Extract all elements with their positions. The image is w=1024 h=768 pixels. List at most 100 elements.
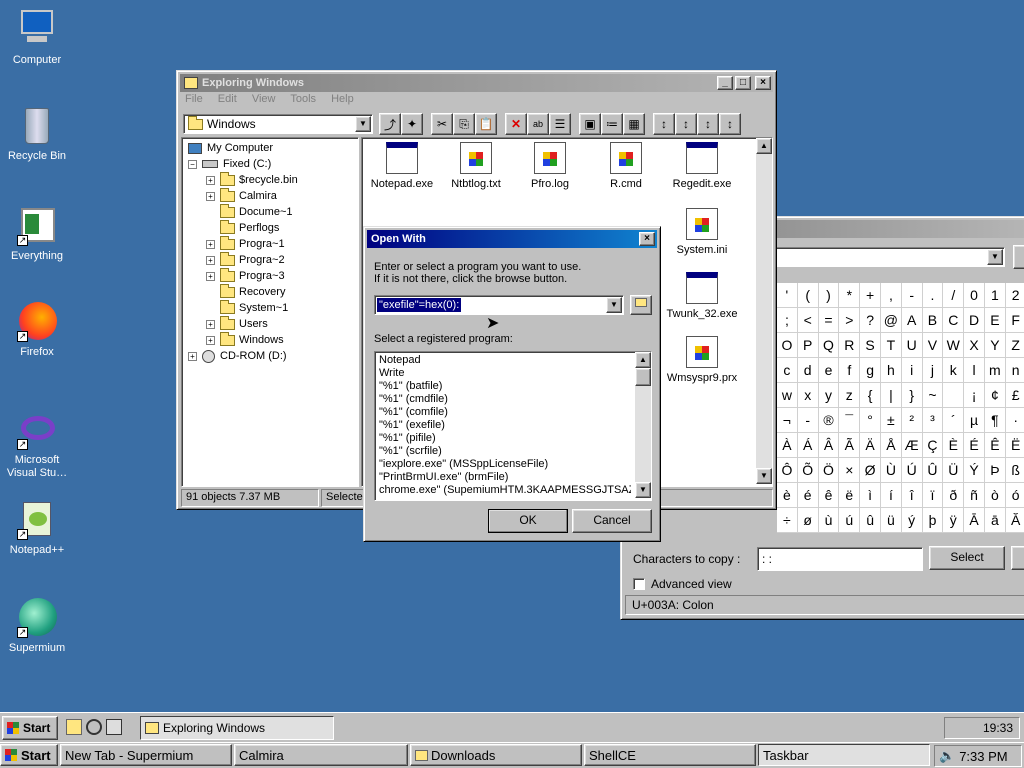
- address-dropdown-button[interactable]: ▼: [355, 116, 371, 132]
- char-cell[interactable]: }: [901, 383, 923, 408]
- task-calmira[interactable]: Calmira: [234, 744, 408, 766]
- sort-size-icon[interactable]: ↕: [697, 113, 719, 135]
- char-cell[interactable]: Ë: [1005, 433, 1024, 458]
- char-cell[interactable]: 1: [984, 283, 1006, 308]
- char-cell[interactable]: è: [777, 483, 798, 508]
- char-cell[interactable]: þ: [922, 508, 944, 533]
- char-cell[interactable]: |: [880, 383, 902, 408]
- explorer-titlebar[interactable]: Exploring Windows _ □ ×: [180, 74, 773, 92]
- properties-icon[interactable]: ☰: [549, 113, 571, 135]
- browse-button[interactable]: [630, 295, 652, 315]
- char-cell[interactable]: B: [922, 308, 944, 333]
- char-cell[interactable]: ³: [922, 408, 944, 433]
- desktop-icon-notepad-plus-plus[interactable]: ↗ Notepad++: [0, 500, 74, 556]
- char-cell[interactable]: ú: [839, 508, 861, 533]
- char-cell[interactable]: 2: [1005, 283, 1024, 308]
- char-cell[interactable]: ý: [901, 508, 923, 533]
- expand-icon[interactable]: +: [206, 319, 215, 329]
- up-folder-icon[interactable]: ⤴: [379, 113, 401, 135]
- program-combo[interactable]: "exefile"=hex(0): ▼: [374, 295, 624, 315]
- char-cell[interactable]: À: [777, 433, 798, 458]
- char-cell[interactable]: ): [818, 283, 840, 308]
- list-scroll-thumb[interactable]: [635, 368, 651, 386]
- tree-item[interactable]: System~1: [186, 299, 354, 316]
- expand-icon[interactable]: +: [206, 239, 215, 249]
- menu-edit[interactable]: Edit: [218, 93, 237, 105]
- program-list-item[interactable]: "%1" (pifile): [377, 432, 631, 445]
- file-item[interactable]: Wmsyspr9.prx: [664, 336, 740, 384]
- expand-icon[interactable]: +: [206, 175, 215, 185]
- char-cell[interactable]: Á: [797, 433, 819, 458]
- char-cell[interactable]: E: [984, 308, 1006, 333]
- desktop-icon-supermium[interactable]: ↗ Supermium: [0, 598, 74, 654]
- char-cell[interactable]: ï: [922, 483, 944, 508]
- char-cell[interactable]: >: [839, 308, 861, 333]
- task-new-tab-supermium[interactable]: New Tab - Supermium: [60, 744, 232, 766]
- char-cell[interactable]: x: [797, 383, 819, 408]
- file-item[interactable]: Ntbtlog.txt: [438, 142, 514, 190]
- program-list-item[interactable]: "iexplore.exe" (MSSppLicenseFile): [377, 458, 631, 471]
- char-cell[interactable]: Â: [818, 433, 840, 458]
- program-list-item[interactable]: Notepad: [377, 354, 631, 367]
- program-list-item[interactable]: "%1" (comfile): [377, 406, 631, 419]
- char-cell[interactable]: R: [839, 333, 861, 358]
- char-cell[interactable]: /: [943, 283, 965, 308]
- registered-programs-list[interactable]: ▲ ▼ Notepad Write "%1" (batfile) "%1" (cmdf…: [374, 351, 652, 501]
- char-cell[interactable]: Å: [880, 433, 902, 458]
- char-cell[interactable]: =: [818, 308, 840, 333]
- menu-tools[interactable]: Tools: [290, 93, 316, 105]
- expand-icon[interactable]: +: [206, 255, 215, 265]
- tree-item[interactable]: Docume~1: [186, 203, 354, 220]
- char-cell[interactable]: Ã: [839, 433, 861, 458]
- char-cell[interactable]: j: [922, 358, 944, 383]
- char-cell[interactable]: e: [818, 358, 840, 383]
- char-cell[interactable]: û: [860, 508, 881, 533]
- char-cell[interactable]: Ü: [943, 458, 965, 483]
- char-cell[interactable]: ñ: [964, 483, 985, 508]
- char-cell[interactable]: V: [922, 333, 944, 358]
- character-grid[interactable]: '() * +, -./0 1 2; < = >? @ A B C D E F O P Q R S T U V W X Y Zc d e f…: [777, 283, 1024, 533]
- tree-item[interactable]: + $recycle.bin: [186, 171, 354, 188]
- task-downloads[interactable]: Downloads: [410, 744, 582, 766]
- tree-item[interactable]: + Calmira: [186, 187, 354, 204]
- char-cell[interactable]: S: [860, 333, 881, 358]
- char-cell[interactable]: *: [839, 283, 861, 308]
- char-cell[interactable]: Ý: [964, 458, 985, 483]
- char-cell[interactable]: ²: [901, 408, 923, 433]
- char-cell[interactable]: ~: [922, 383, 944, 408]
- cancel-button[interactable]: Cancel: [572, 509, 652, 533]
- file-item[interactable]: Twunk_32.exe: [664, 272, 740, 320]
- char-cell[interactable]: W: [943, 333, 965, 358]
- char-cell[interactable]: ®: [818, 408, 840, 433]
- close-button[interactable]: ×: [755, 76, 771, 90]
- char-cell[interactable]: ×: [839, 458, 861, 483]
- char-cell[interactable]: n: [1005, 358, 1024, 383]
- maximize-button[interactable]: □: [735, 76, 751, 90]
- tree-item[interactable]: My Computer: [186, 140, 354, 156]
- large-icons-icon[interactable]: ▣: [579, 113, 601, 135]
- char-cell[interactable]: Y: [984, 333, 1006, 358]
- char-cell[interactable]: {: [860, 383, 881, 408]
- address-combo[interactable]: Windows ▼: [183, 114, 373, 134]
- char-cell[interactable]: (: [797, 283, 819, 308]
- task-shellce[interactable]: ShellCE: [584, 744, 756, 766]
- open-with-dialog[interactable]: Open With × Enter or select a program yo…: [363, 226, 661, 542]
- char-cell[interactable]: -: [901, 283, 923, 308]
- char-cell[interactable]: m: [984, 358, 1006, 383]
- char-cell[interactable]: ù: [818, 508, 840, 533]
- collapse-icon[interactable]: −: [188, 159, 197, 169]
- char-cell[interactable]: Ö: [818, 458, 840, 483]
- volume-icon[interactable]: 🔈: [939, 748, 955, 764]
- vertical-scrollbar[interactable]: ▲ ▼: [756, 138, 772, 484]
- char-cell[interactable]: µ: [964, 408, 985, 433]
- char-cell[interactable]: Ú: [901, 458, 923, 483]
- char-cell[interactable]: Ç: [922, 433, 944, 458]
- file-item[interactable]: Regedit.exe: [664, 142, 740, 190]
- char-cell[interactable]: k: [943, 358, 965, 383]
- char-cell[interactable]: <: [797, 308, 819, 333]
- delete-icon[interactable]: ✕: [505, 113, 527, 135]
- list-scroll-down[interactable]: ▼: [635, 482, 651, 498]
- char-cell[interactable]: Æ: [901, 433, 923, 458]
- menu-view[interactable]: View: [252, 93, 276, 105]
- program-list-item[interactable]: chrome.exe" (SupemiumHTM.3KAAPMESSGJTSAZ…: [377, 484, 631, 497]
